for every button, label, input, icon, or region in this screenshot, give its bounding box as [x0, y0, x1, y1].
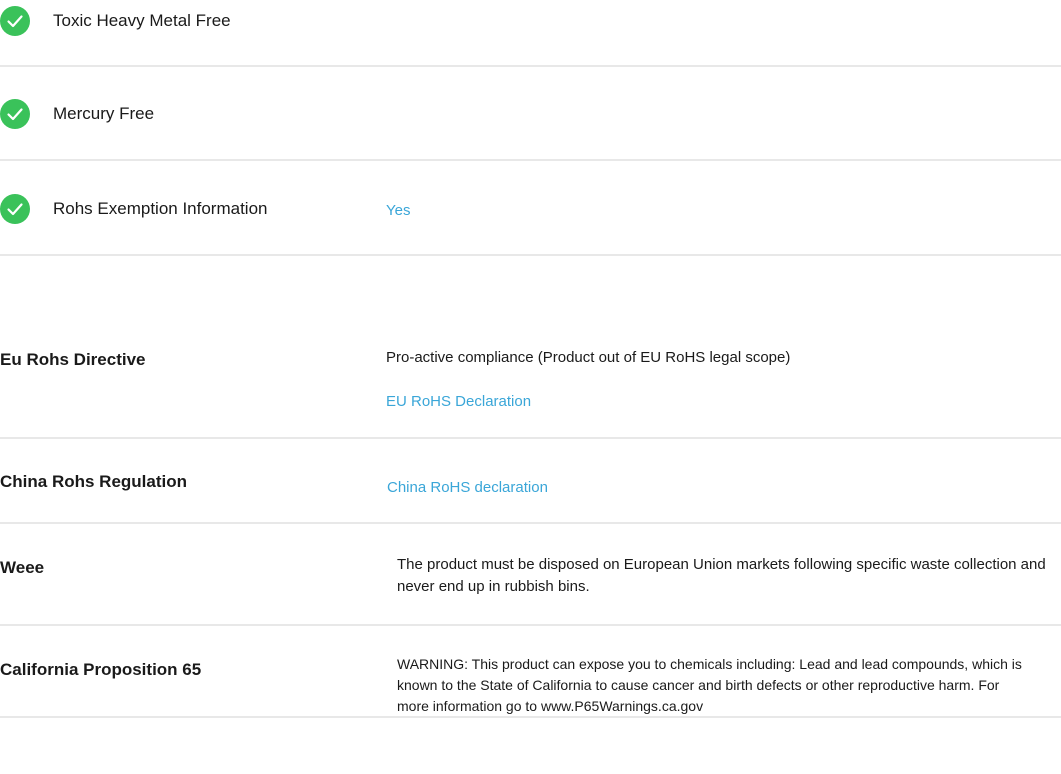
california-prop65-warning-text: WARNING: This product can expose you to … [397, 656, 1022, 714]
check-label: Toxic Heavy Metal Free [53, 11, 231, 30]
weee-label: Weee [0, 558, 45, 577]
compliance-row-china-rohs: China Rohs Regulation China RoHS declara… [0, 439, 1061, 524]
china-rohs-declaration-link[interactable]: China RoHS declaration [387, 479, 548, 496]
check-row-rohs-exemption-information: Rohs Exemption Information Yes [0, 161, 1061, 256]
china-rohs-label: China Rohs Regulation [0, 472, 187, 491]
check-circle-icon [0, 99, 30, 129]
check-circle-icon [0, 194, 30, 224]
eu-rohs-declaration-link[interactable]: EU RoHS Declaration [386, 393, 531, 410]
check-label: Mercury Free [53, 104, 155, 123]
compliance-row-weee: Weee The product must be disposed on Eur… [0, 524, 1061, 626]
check-label: Rohs Exemption Information [53, 199, 268, 218]
environmental-compliance-page: Toxic Heavy Metal Free Mercury Free Rohs… [0, 0, 1061, 774]
check-circle-icon [0, 6, 30, 36]
weee-text: The product must be disposed on European… [397, 556, 1046, 595]
compliance-row-eu-rohs: Eu Rohs Directive Pro-active compliance … [0, 256, 1061, 439]
compliance-row-california-prop65: California Proposition 65 WARNING: This … [0, 626, 1061, 718]
eu-rohs-text: Pro-active compliance (Product out of EU… [386, 349, 791, 366]
check-row-mercury-free: Mercury Free [0, 67, 1061, 161]
california-prop65-label: California Proposition 65 [0, 660, 202, 679]
rohs-exemption-value-link[interactable]: Yes [386, 202, 410, 219]
check-row-toxic-heavy-metal-free: Toxic Heavy Metal Free [0, 0, 1061, 67]
eu-rohs-label: Eu Rohs Directive [0, 350, 146, 369]
